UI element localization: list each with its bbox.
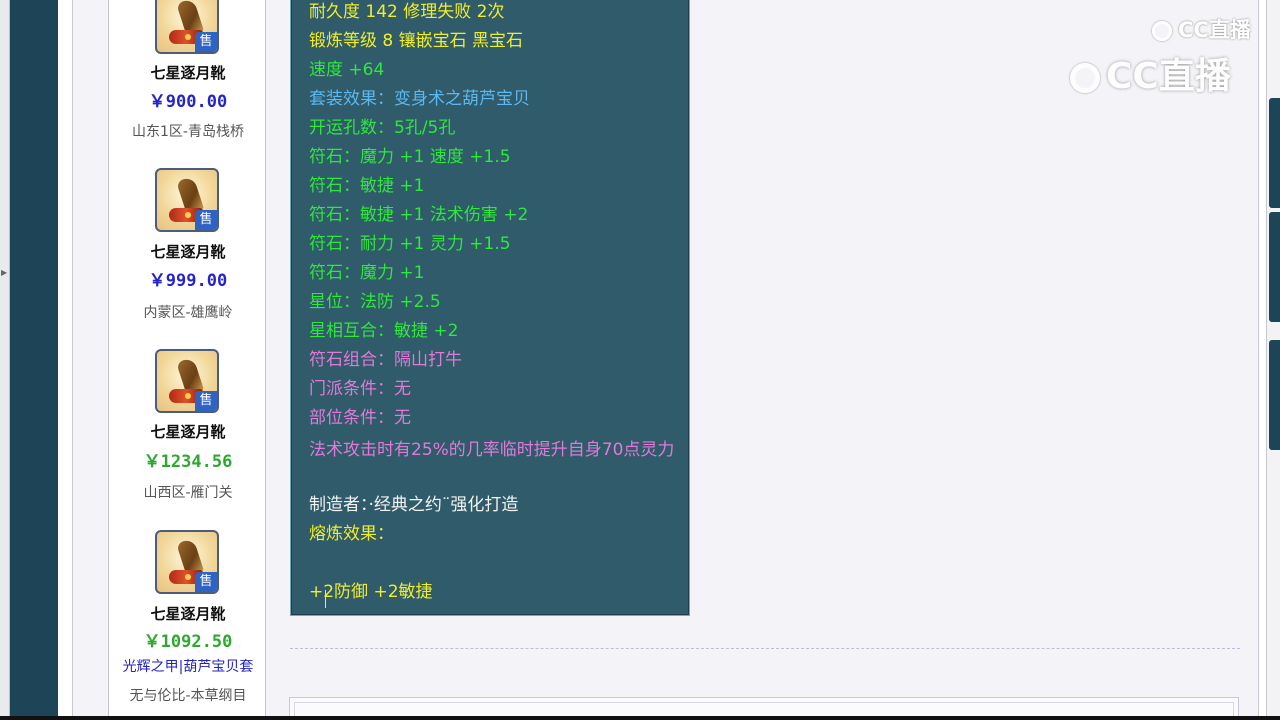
tooltip-line: 套装效果：变身术之葫芦宝贝 — [309, 89, 530, 109]
tooltip-line: 熔炼效果： — [309, 524, 394, 544]
right-side-tab[interactable] — [1269, 340, 1280, 450]
tooltip-line: 星位：法防 +2.5 — [309, 292, 441, 312]
tooltip-line: 部位条件：无 — [309, 408, 411, 428]
item-server: 山西区-雁门关 — [143, 485, 233, 501]
boots-icon[interactable]: 售 — [155, 530, 219, 594]
tag-link[interactable]: 光辉之甲 — [123, 659, 179, 675]
tooltip-line: +2防御 +2敏捷 — [309, 582, 433, 602]
tooltip-line: 门派条件：无 — [309, 379, 411, 399]
tooltip-line: 符石：耐力 +1 灵力 +1.5 — [309, 234, 511, 254]
tooltip-line: 锻炼等级 8 镶嵌宝石 黑宝石 — [309, 31, 524, 51]
right-side-tab[interactable] — [1269, 212, 1280, 322]
tooltip-line: 符石：魔力 +1 速度 +1.5 — [309, 147, 511, 167]
tooltip-line: 星相互合：敏捷 +2 — [309, 321, 459, 341]
listing-sidebar: 售 七星逐月靴 ￥900.00 山东1区-青岛栈桥 售 七星逐月靴 ￥999.0… — [108, 0, 266, 716]
cc-logo-icon — [1070, 63, 1100, 93]
right-side-tab[interactable] — [1269, 98, 1280, 208]
watermark-text: CC直播 — [1106, 56, 1231, 97]
item-server: 山东1区-青岛栈桥 — [132, 124, 244, 140]
bottom-edge — [0, 716, 1280, 720]
item-name[interactable]: 七星逐月靴 — [109, 603, 267, 624]
sale-badge: 售 — [195, 32, 217, 52]
tooltip-line: 符石：敏捷 +1 法术伤害 +2 — [309, 205, 529, 225]
item-price: ￥999.00 — [148, 271, 228, 291]
tooltip-line: 符石组合：隔山打牛 — [309, 350, 462, 370]
item-server: 无与伦比-本草纲目 — [129, 688, 247, 704]
item-server: 内蒙区-雄鹰岭 — [143, 305, 233, 321]
expand-arrow-icon[interactable]: ▶ — [1, 268, 7, 277]
cc-watermark-large: CC直播 — [1070, 47, 1231, 99]
sale-badge: 售 — [195, 572, 217, 592]
item-name[interactable]: 七星逐月靴 — [109, 241, 267, 262]
tooltip-line: 制造者：·经典之约¨强化打造 — [309, 495, 519, 515]
tooltip-line: 符石：敏捷 +1 — [309, 176, 425, 196]
boots-icon[interactable]: 售 — [155, 349, 219, 413]
right-scroll-strip[interactable] — [1266, 0, 1280, 716]
sale-badge: 售 — [195, 210, 217, 230]
item-price: ￥1092.50 — [143, 632, 233, 652]
boots-icon[interactable]: 售 — [155, 168, 219, 232]
tooltip-line: 开运孔数：5孔/5孔 — [309, 118, 456, 138]
tag-link[interactable]: 葫芦宝贝套 — [183, 659, 253, 675]
tooltip-line: 速度 +64 — [309, 60, 385, 80]
tooltip-line: 法术攻击时有25%的几率临时提升自身70点灵力 — [309, 440, 675, 460]
section-divider — [290, 648, 1240, 649]
item-price: ￥900.00 — [148, 92, 228, 112]
item-detail-tooltip: 耐久度 142 修理失败 2次 锻炼等级 8 镶嵌宝石 黑宝石 速度 +64 套… — [290, 0, 690, 616]
left-collapse-strip[interactable]: ▶ — [0, 0, 10, 720]
cc-logo-icon — [1152, 21, 1172, 41]
boots-icon[interactable]: 售 — [155, 0, 219, 54]
item-price: ￥1234.56 — [143, 452, 233, 472]
tooltip-line: 符石：魔力 +1 — [309, 263, 425, 283]
cc-watermark-small: CC直播 — [1152, 14, 1251, 44]
item-tags: 光辉之甲|葫芦宝贝套 — [109, 656, 267, 676]
item-name[interactable]: 七星逐月靴 — [109, 421, 267, 442]
sale-badge: 售 — [195, 391, 217, 411]
watermark-text: CC直播 — [1178, 18, 1251, 42]
text-cursor-icon — [325, 590, 327, 608]
item-name[interactable]: 七星逐月靴 — [109, 62, 267, 83]
tooltip-line: 耐久度 142 修理失败 2次 — [309, 2, 505, 22]
